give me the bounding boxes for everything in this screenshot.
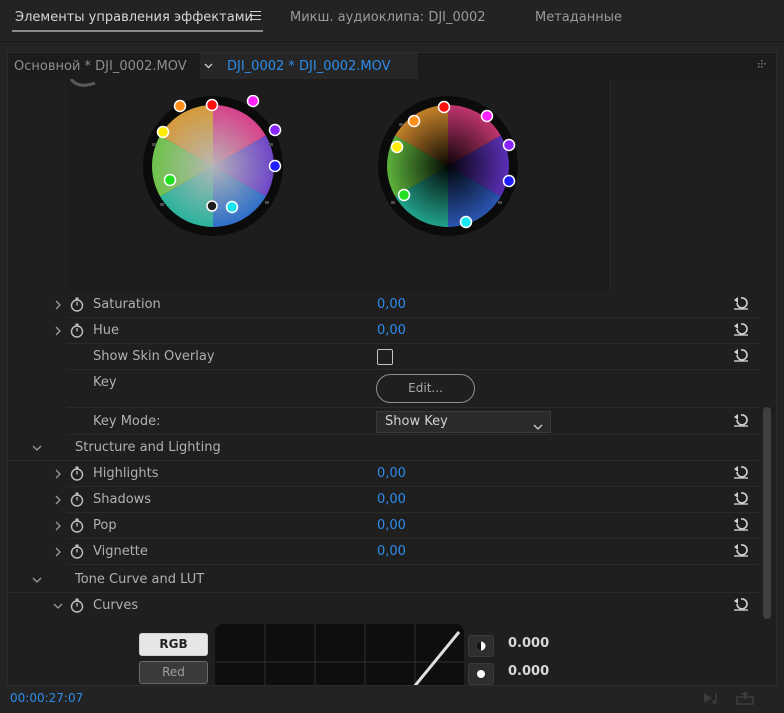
- chevron-right-icon[interactable]: [53, 547, 63, 557]
- saturation-value[interactable]: 0,00: [377, 297, 406, 312]
- panel-tab-bar: Элементы управления эффектами Микш. ауди…: [0, 0, 784, 42]
- shadow-point-icon[interactable]: [468, 635, 494, 657]
- key-mode-selected: Show Key: [385, 414, 448, 429]
- key-mode-label: Key Mode:: [93, 414, 161, 429]
- stopwatch-icon[interactable]: [70, 323, 84, 338]
- pop-row: Pop 0,00: [55, 513, 759, 539]
- key-mode-select[interactable]: Show Key: [376, 411, 551, 433]
- reset-icon[interactable]: [733, 465, 749, 479]
- rgb-channel-button[interactable]: RGB: [139, 633, 208, 656]
- partial-wheel-icon: [69, 79, 96, 87]
- chevron-down-icon[interactable]: [204, 61, 213, 70]
- curve-value-1: 0.000: [508, 636, 550, 651]
- chevron-right-icon[interactable]: [53, 469, 63, 479]
- hue-row: Hue 0,00: [55, 318, 759, 344]
- tone-curve-title: Tone Curve and LUT: [75, 572, 205, 587]
- pop-value[interactable]: 0,00: [377, 518, 406, 533]
- skin-overlay-row: Show Skin Overlay: [67, 344, 759, 370]
- status-bar: 00:00:27:07: [0, 686, 784, 713]
- saturation-row: Saturation 0,00: [55, 292, 759, 318]
- hue-vs-sat-wheel-left[interactable]: [142, 95, 284, 237]
- reset-icon[interactable]: [733, 296, 749, 310]
- reset-icon[interactable]: [733, 597, 749, 611]
- reset-icon[interactable]: [733, 322, 749, 336]
- vignette-row: Vignette 0,00: [55, 539, 759, 565]
- effect-controls-content: Saturation 0,00 Hue 0,00 Show Skin Overl…: [8, 79, 776, 685]
- shadows-label: Shadows: [93, 492, 152, 507]
- export-icon[interactable]: [735, 690, 755, 706]
- stopwatch-icon[interactable]: [70, 598, 84, 613]
- tone-curve-graph[interactable]: [215, 624, 464, 685]
- stopwatch-icon[interactable]: [70, 544, 84, 559]
- edit-key-button[interactable]: Edit...: [376, 374, 475, 403]
- curves-row: Curves: [53, 593, 759, 619]
- key-mode-row: Key Mode: Show Key: [67, 409, 759, 435]
- active-tab-indicator: [12, 30, 263, 32]
- hue-value[interactable]: 0,00: [377, 323, 406, 338]
- menu-icon[interactable]: [250, 11, 261, 21]
- reset-icon[interactable]: [733, 413, 749, 427]
- saturation-label: Saturation: [93, 297, 161, 312]
- structure-lighting-title: Structure and Lighting: [75, 440, 221, 455]
- structure-lighting-section[interactable]: Structure and Lighting: [8, 435, 759, 461]
- tab-effect-controls[interactable]: Элементы управления эффектами: [15, 10, 253, 25]
- chevron-down-icon[interactable]: [53, 601, 63, 611]
- key-label: Key: [93, 375, 117, 390]
- play-audio-icon[interactable]: [702, 690, 722, 706]
- curve-value-2: 0.000: [508, 664, 550, 679]
- chevron-down-icon[interactable]: [32, 443, 42, 453]
- highlights-value[interactable]: 0,00: [377, 466, 406, 481]
- reset-icon[interactable]: [733, 348, 749, 362]
- highlights-row: Highlights 0,00: [55, 461, 759, 487]
- stopwatch-icon[interactable]: [70, 492, 84, 507]
- skin-overlay-label: Show Skin Overlay: [93, 349, 215, 364]
- grip-icon[interactable]: [756, 59, 766, 71]
- reset-icon[interactable]: [733, 543, 749, 557]
- divider: [610, 79, 611, 291]
- highlight-point-icon[interactable]: [468, 663, 494, 685]
- vignette-value[interactable]: 0,00: [377, 544, 406, 559]
- chevron-right-icon[interactable]: [53, 521, 63, 531]
- pop-label: Pop: [93, 518, 117, 533]
- red-channel-button[interactable]: Red: [139, 661, 208, 684]
- vignette-label: Vignette: [93, 544, 148, 559]
- sequence-clip-label[interactable]: DJI_0002 * DJI_0002.MOV: [227, 59, 391, 74]
- reset-icon[interactable]: [733, 517, 749, 531]
- chevron-down-icon[interactable]: [32, 575, 42, 585]
- chevron-right-icon[interactable]: [53, 300, 63, 310]
- clip-header: Основной * DJI_0002.MOV DJI_0002 * DJI_0…: [8, 53, 776, 79]
- stopwatch-icon[interactable]: [70, 297, 84, 312]
- master-clip-label[interactable]: Основной * DJI_0002.MOV: [14, 59, 187, 74]
- tone-curve-section[interactable]: Tone Curve and LUT: [8, 567, 759, 593]
- hue-vs-sat-wheel-right[interactable]: [377, 95, 519, 237]
- highlights-label: Highlights: [93, 466, 159, 481]
- stopwatch-icon[interactable]: [70, 466, 84, 481]
- shadows-value[interactable]: 0,00: [377, 492, 406, 507]
- effect-controls-panel: Основной * DJI_0002.MOV DJI_0002 * DJI_0…: [7, 52, 777, 686]
- tab-audio-clip-mixer[interactable]: Микш. аудиоклипа: DJI_0002: [290, 10, 486, 25]
- curves-label: Curves: [93, 598, 139, 613]
- chevron-right-icon[interactable]: [53, 326, 63, 336]
- shadows-row: Shadows 0,00: [55, 487, 759, 513]
- skin-overlay-checkbox[interactable]: [377, 349, 393, 365]
- chevron-right-icon[interactable]: [53, 495, 63, 505]
- stopwatch-icon[interactable]: [70, 518, 84, 533]
- tab-metadata[interactable]: Метаданные: [535, 10, 622, 25]
- key-row: Key Edit...: [67, 370, 759, 408]
- reset-icon[interactable]: [733, 491, 749, 505]
- vertical-scrollbar[interactable]: [763, 407, 771, 619]
- hue-label: Hue: [93, 323, 120, 338]
- caret-down-icon: [533, 418, 543, 430]
- playhead-timecode[interactable]: 00:00:27:07: [10, 691, 83, 705]
